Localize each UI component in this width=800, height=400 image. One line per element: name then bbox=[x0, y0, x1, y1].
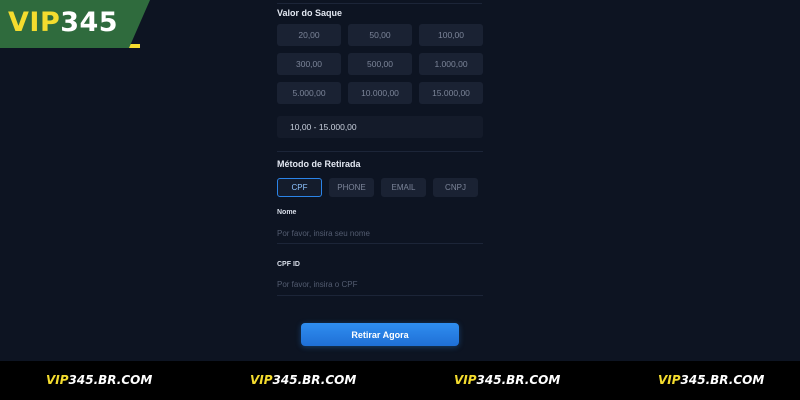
footer-domain-3-rest: 345.BR.COM bbox=[476, 373, 561, 387]
withdraw-now-button[interactable]: Retirar Agora bbox=[301, 323, 459, 346]
amount-option-5000[interactable]: 5.000,00 bbox=[277, 82, 341, 104]
amount-option-15000[interactable]: 15.000,00 bbox=[419, 82, 483, 104]
amount-range-display[interactable]: 10,00 - 15.000,00 bbox=[277, 116, 483, 138]
footer-domain-2: VIP345.BR.COM bbox=[250, 373, 356, 387]
cpf-field-label: CPF ID bbox=[277, 261, 300, 268]
method-tab-phone[interactable]: PHONE bbox=[329, 178, 374, 197]
footer-domain-4: VIP345.BR.COM bbox=[658, 373, 764, 387]
amount-range-text: 10,00 - 15.000,00 bbox=[290, 122, 357, 132]
amount-option-100[interactable]: 100,00 bbox=[419, 24, 483, 46]
amount-option-500[interactable]: 500,00 bbox=[348, 53, 412, 75]
method-section-label: Método de Retirada bbox=[277, 159, 361, 169]
footer-domain-4-vip: VIP bbox=[658, 373, 681, 387]
footer-domain-3: VIP345.BR.COM bbox=[454, 373, 560, 387]
name-field-label: Nome bbox=[277, 209, 297, 216]
logo-number-text: 345 bbox=[60, 7, 119, 38]
method-tab-cnpj[interactable]: CNPJ bbox=[433, 178, 478, 197]
amount-option-20[interactable]: 20,00 bbox=[277, 24, 341, 46]
footer-domain-1: VIP345.BR.COM bbox=[46, 373, 152, 387]
footer-domain-1-vip: VIP bbox=[46, 373, 69, 387]
logo-text: VIP345 bbox=[8, 7, 118, 39]
amount-option-300[interactable]: 300,00 bbox=[277, 53, 341, 75]
name-field-underline bbox=[277, 243, 483, 244]
method-tab-cpf[interactable]: CPF bbox=[277, 178, 322, 197]
cpf-field-underline bbox=[277, 295, 483, 296]
section-divider bbox=[277, 151, 483, 152]
cpf-input[interactable] bbox=[277, 277, 483, 291]
brand-logo: VIP345 bbox=[0, 0, 150, 48]
footer-domain-3-vip: VIP bbox=[454, 373, 477, 387]
footer-domain-4-rest: 345.BR.COM bbox=[680, 373, 765, 387]
amount-option-1000[interactable]: 1.000,00 bbox=[419, 53, 483, 75]
top-divider bbox=[277, 3, 482, 4]
footer-domain-2-vip: VIP bbox=[250, 373, 273, 387]
amount-section-label: Valor do Saque bbox=[277, 8, 343, 18]
footer-domain-2-rest: 345.BR.COM bbox=[272, 373, 357, 387]
footer-domain-1-rest: 345.BR.COM bbox=[68, 373, 153, 387]
amount-option-10000[interactable]: 10.000,00 bbox=[348, 82, 412, 104]
method-tab-email[interactable]: EMAIL bbox=[381, 178, 426, 197]
logo-vip-text: VIP bbox=[8, 7, 61, 38]
amount-option-50[interactable]: 50,00 bbox=[348, 24, 412, 46]
name-input[interactable] bbox=[277, 226, 483, 240]
footer-banner: VIP345.BR.COM VIP345.BR.COM VIP345.BR.CO… bbox=[0, 361, 800, 400]
